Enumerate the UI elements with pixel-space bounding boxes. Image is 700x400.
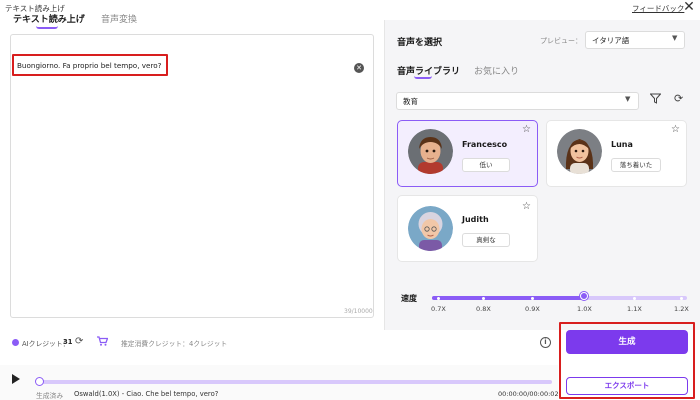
- favorite-star-icon[interactable]: ☆: [671, 124, 680, 135]
- category-value[interactable]: 教育: [403, 96, 418, 107]
- playback-progress[interactable]: [38, 380, 552, 384]
- refresh-icon[interactable]: ⟳: [674, 92, 683, 105]
- tab-active-indicator: [414, 76, 432, 79]
- speed-step-dot[interactable]: [481, 296, 485, 300]
- generated-label: 生成済み: [36, 392, 64, 400]
- refresh-credits-icon[interactable]: ⟳: [75, 336, 83, 347]
- voice-name-judith: Judith: [462, 215, 489, 224]
- speed-step-dot[interactable]: [632, 296, 636, 300]
- speed-tick-label: 1.2X: [674, 305, 689, 313]
- tab-active-indicator: [36, 26, 58, 29]
- avatar: [557, 129, 602, 174]
- favorite-star-icon[interactable]: ☆: [522, 201, 531, 212]
- chevron-down-icon[interactable]: ▼: [672, 34, 677, 42]
- highlight-box-actions: [559, 322, 695, 399]
- playback-thumb[interactable]: [35, 377, 44, 386]
- cart-icon[interactable]: [97, 336, 109, 349]
- speed-step-dot[interactable]: [679, 296, 683, 300]
- speed-tick-label: 0.8X: [476, 305, 491, 313]
- tab-favorites[interactable]: お気に入り: [474, 64, 519, 77]
- filter-icon[interactable]: [649, 93, 662, 107]
- voice-name-luna: Luna: [611, 140, 633, 149]
- voice-select-title: 音声を選択: [397, 38, 443, 48]
- play-icon[interactable]: [12, 374, 20, 384]
- close-icon[interactable]: ✕: [681, 0, 697, 15]
- speed-tick-label: 0.9X: [525, 305, 540, 313]
- track-info: Oswald(1.0X) - Ciao. Che bel tempo, vero…: [74, 390, 219, 398]
- speed-label: 速度: [401, 294, 417, 303]
- playback-time: 00:00:00/00:00:02: [498, 390, 559, 398]
- avatar: [408, 206, 453, 251]
- char-count: 39/10000: [344, 308, 373, 315]
- voice-name-francesco: Francesco: [462, 140, 508, 149]
- estimate-credits: 推定消費クレジット：4クレジット: [121, 340, 228, 348]
- credit-value: 31: [63, 338, 73, 346]
- clear-icon[interactable]: ✕: [354, 63, 364, 73]
- highlight-box-input: [12, 54, 168, 76]
- feedback-link[interactable]: フィードバック: [632, 3, 684, 14]
- preview-label: プレビュー：: [540, 37, 582, 45]
- speed-tick-label: 0.7X: [431, 305, 446, 313]
- language-value[interactable]: イタリア語: [592, 35, 629, 46]
- voice-tag-judith: 真剣な: [462, 233, 510, 247]
- tab-text-to-speech[interactable]: テキスト読み上げ: [13, 12, 85, 25]
- voice-tag-luna: 落ち着いた: [611, 158, 661, 172]
- speed-slider-thumb[interactable]: [580, 292, 588, 300]
- speed-tick-label: 1.0X: [577, 305, 592, 313]
- tab-voice-changer[interactable]: 音声変換: [101, 12, 137, 25]
- speed-step-dot[interactable]: [436, 296, 440, 300]
- category-select[interactable]: [396, 92, 639, 110]
- voice-tag-francesco: 低い: [462, 158, 510, 172]
- info-icon[interactable]: i: [540, 337, 551, 348]
- credit-icon: [12, 339, 19, 346]
- speed-step-dot[interactable]: [530, 296, 534, 300]
- avatar: [408, 129, 453, 174]
- speed-slider-fill: [432, 296, 584, 300]
- favorite-star-icon[interactable]: ☆: [522, 124, 531, 135]
- text-input-area[interactable]: [10, 34, 374, 318]
- chevron-down-icon[interactable]: ▼: [625, 95, 630, 103]
- speed-tick-label: 1.1X: [627, 305, 642, 313]
